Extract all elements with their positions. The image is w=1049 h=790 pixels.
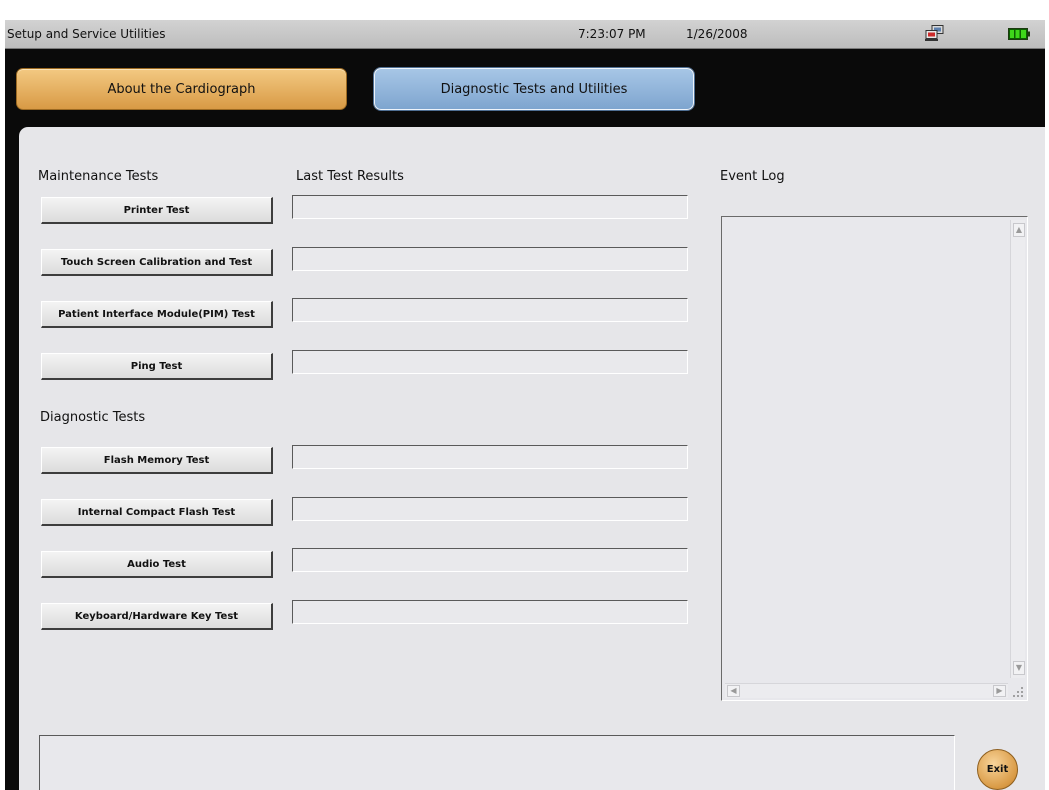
- tab-diagnostic-label: Diagnostic Tests and Utilities: [440, 81, 628, 97]
- diagnostic-panel: Maintenance Tests Last Test Results Even…: [19, 127, 1045, 790]
- audio-test-button[interactable]: Audio Test: [41, 551, 273, 578]
- last-test-results-heading: Last Test Results: [296, 169, 404, 184]
- event-log-vertical-scrollbar[interactable]: ▲ ▼: [1010, 220, 1025, 678]
- internal-compact-flash-test-button[interactable]: Internal Compact Flash Test: [41, 499, 273, 526]
- keyboard-hardware-key-result-field: [292, 600, 688, 624]
- printer-test-button[interactable]: Printer Test: [41, 197, 273, 224]
- exit-button[interactable]: Exit: [977, 749, 1018, 790]
- ping-test-result-field: [292, 350, 688, 374]
- diagnostic-tests-heading: Diagnostic Tests: [40, 410, 146, 425]
- audio-test-result-field: [292, 548, 688, 572]
- event-log-horizontal-scrollbar[interactable]: ◀ ▶: [725, 683, 1008, 698]
- touch-screen-result-field: [292, 247, 688, 271]
- flash-memory-test-label: Flash Memory Test: [103, 454, 210, 466]
- event-log-heading: Event Log: [720, 169, 785, 184]
- tab-diagnostic-tests-and-utilities[interactable]: Diagnostic Tests and Utilities: [374, 68, 694, 110]
- scroll-up-icon[interactable]: ▲: [1013, 223, 1025, 237]
- network-status-icon: [925, 25, 945, 44]
- resize-grip-icon[interactable]: [1011, 684, 1025, 698]
- flash-memory-result-field: [292, 445, 688, 469]
- clock-date: 1/26/2008: [686, 27, 748, 41]
- status-message-box: [39, 735, 955, 790]
- pim-test-button[interactable]: Patient Interface Module(PIM) Test: [41, 301, 273, 328]
- scroll-left-icon[interactable]: ◀: [727, 685, 740, 697]
- app-window: Setup and Service Utilities 7:23:07 PM 1…: [5, 20, 1045, 790]
- battery-icon: [1008, 28, 1030, 43]
- scroll-right-icon[interactable]: ▶: [993, 685, 1006, 697]
- tab-about-the-cardiograph[interactable]: About the Cardiograph: [16, 68, 347, 110]
- internal-compact-flash-test-label: Internal Compact Flash Test: [77, 506, 236, 518]
- ping-test-label: Ping Test: [130, 360, 183, 372]
- pim-test-label: Patient Interface Module(PIM) Test: [58, 308, 255, 320]
- scroll-down-icon[interactable]: ▼: [1013, 661, 1025, 675]
- app-title: Setup and Service Utilities: [7, 27, 166, 41]
- ping-test-button[interactable]: Ping Test: [41, 353, 273, 380]
- touch-screen-calibration-button[interactable]: Touch Screen Calibration and Test: [41, 249, 273, 276]
- maintenance-tests-heading: Maintenance Tests: [38, 169, 159, 184]
- pim-test-result-field: [292, 298, 688, 322]
- printer-test-label: Printer Test: [123, 204, 190, 216]
- event-log-box[interactable]: ▲ ▼ ◀ ▶: [721, 216, 1028, 701]
- title-bar: Setup and Service Utilities 7:23:07 PM 1…: [5, 20, 1045, 49]
- touch-screen-calibration-label: Touch Screen Calibration and Test: [60, 256, 253, 268]
- printer-test-result-field: [292, 195, 688, 219]
- keyboard-hardware-key-test-label: Keyboard/Hardware Key Test: [74, 610, 239, 622]
- tab-about-label: About the Cardiograph: [107, 81, 256, 97]
- flash-memory-test-button[interactable]: Flash Memory Test: [41, 447, 273, 474]
- keyboard-hardware-key-test-button[interactable]: Keyboard/Hardware Key Test: [41, 603, 273, 630]
- exit-label: Exit: [986, 764, 1009, 775]
- clock-time: 7:23:07 PM: [578, 27, 646, 41]
- internal-compact-flash-result-field: [292, 497, 688, 521]
- audio-test-label: Audio Test: [127, 558, 186, 570]
